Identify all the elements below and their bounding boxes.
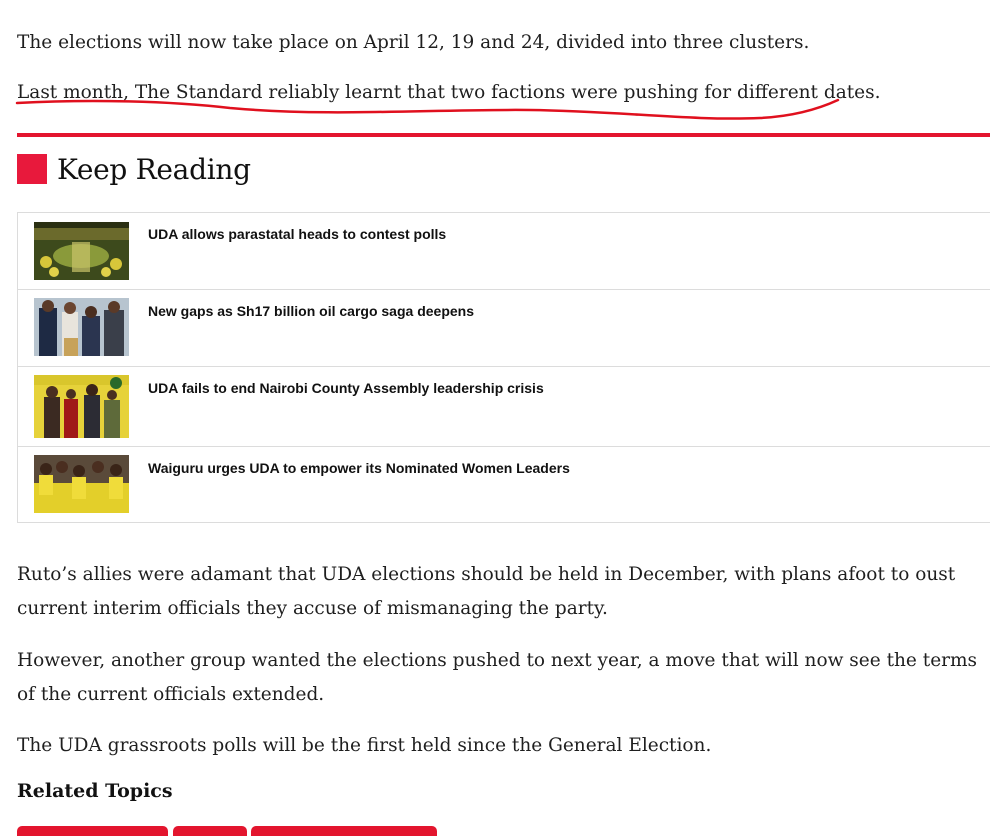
article-paragraph: The UDA grassroots polls will be the fir… bbox=[17, 735, 712, 756]
topic-tag[interactable] bbox=[251, 826, 437, 836]
keep-reading-link[interactable]: UDA fails to end Nairobi County Assembly… bbox=[148, 379, 544, 397]
keep-reading-link[interactable]: Waiguru urges UDA to empower its Nominat… bbox=[148, 459, 570, 477]
section-marker-square bbox=[17, 154, 47, 184]
topic-tag[interactable] bbox=[17, 826, 168, 836]
article-paragraph: However, another group wanted the electi… bbox=[17, 650, 978, 705]
keep-reading-item[interactable]: UDA fails to end Nairobi County Assembly… bbox=[18, 367, 990, 447]
keep-reading-link[interactable]: UDA allows parastatal heads to contest p… bbox=[148, 225, 446, 243]
article-thumbnail[interactable] bbox=[34, 375, 129, 438]
article-paragraph: Ruto’s allies were adamant that UDA elec… bbox=[17, 564, 956, 619]
keep-reading-list: UDA allows parastatal heads to contest p… bbox=[17, 212, 990, 523]
hand-drawn-underline bbox=[15, 98, 840, 120]
keep-reading-item[interactable]: New gaps as Sh17 billion oil cargo saga … bbox=[18, 290, 990, 367]
article-thumbnail[interactable] bbox=[34, 298, 129, 356]
keep-reading-item[interactable]: Waiguru urges UDA to empower its Nominat… bbox=[18, 447, 990, 524]
section-divider bbox=[17, 133, 990, 137]
keep-reading-item[interactable]: UDA allows parastatal heads to contest p… bbox=[18, 213, 990, 290]
related-topics-title: Related Topics bbox=[17, 780, 173, 802]
keep-reading-link[interactable]: New gaps as Sh17 billion oil cargo saga … bbox=[148, 302, 474, 320]
keep-reading-title: Keep Reading bbox=[57, 153, 251, 186]
article-thumbnail[interactable] bbox=[34, 455, 129, 513]
article-thumbnail[interactable] bbox=[34, 222, 129, 280]
topic-tag[interactable] bbox=[173, 826, 247, 836]
